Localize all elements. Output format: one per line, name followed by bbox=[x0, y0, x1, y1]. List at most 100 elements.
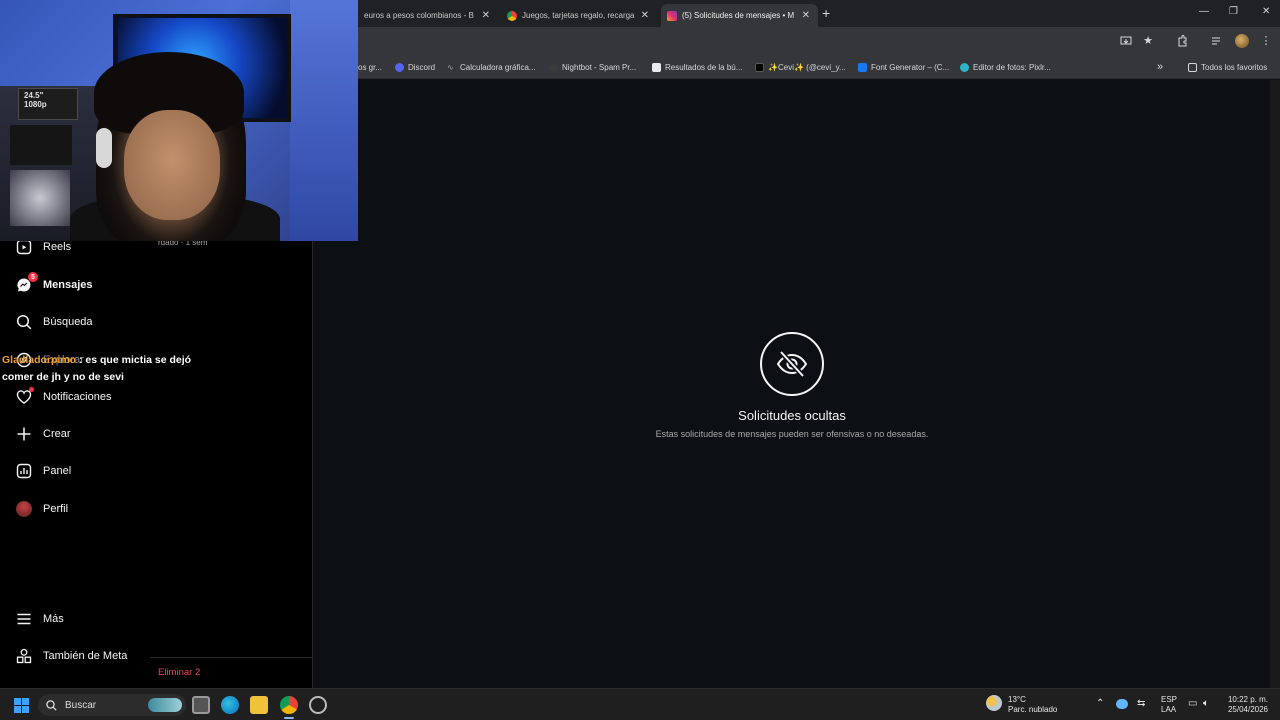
taskbar-search-input[interactable]: Buscar bbox=[38, 694, 186, 716]
tab-close-icon[interactable]: ✕ bbox=[641, 10, 649, 21]
restore-button[interactable]: ❐ bbox=[1229, 6, 1238, 17]
all-favorites-button[interactable]: Todos los favoritos bbox=[1188, 61, 1267, 73]
weather-desc: Parc. nublado bbox=[1008, 705, 1058, 714]
tab-title: (5) Solicitudes de mensajes • M bbox=[682, 11, 795, 20]
instagram-favicon-icon bbox=[667, 10, 677, 21]
search-highlight-icon bbox=[148, 698, 182, 712]
webcam-box-label: 24.5" 1080p bbox=[24, 91, 47, 109]
search-icon bbox=[16, 314, 32, 330]
sidebar-item-label: También de Meta bbox=[43, 650, 128, 662]
weather-temp: 13°C bbox=[1008, 695, 1026, 704]
sidebar-item-label: Más bbox=[43, 613, 64, 625]
active-app-indicator bbox=[284, 717, 294, 719]
delete-requests-button[interactable]: Eliminar 2 bbox=[158, 667, 200, 678]
search-icon bbox=[46, 699, 57, 711]
webcam-gpu-box bbox=[10, 125, 72, 165]
display-icon[interactable]: ▭ bbox=[1188, 699, 1197, 709]
bookmark-item[interactable]: os gr... bbox=[358, 61, 382, 73]
bookmark-label: ✨Cevi✨ (@cevi_y... bbox=[768, 62, 846, 72]
browser-tab-active[interactable]: (5) Solicitudes de mensajes • M ✕ bbox=[661, 4, 818, 27]
bookmark-item[interactable]: ∿ Calculadora gráfica... bbox=[447, 61, 536, 73]
webcam-box-label-line: 24.5" bbox=[24, 91, 44, 100]
bookmark-item[interactable]: Resultados de la bú... bbox=[652, 61, 742, 73]
chat-username: Gladiadorpimo bbox=[2, 354, 77, 366]
sidebar-item-label: Perfil bbox=[43, 503, 69, 515]
tab-title: euros a pesos colombianos - B bbox=[364, 11, 474, 20]
chrome-icon[interactable] bbox=[280, 696, 298, 714]
all-favorites-label: Todos los favoritos bbox=[1201, 62, 1268, 72]
tab-close-icon[interactable]: ✕ bbox=[482, 10, 490, 21]
panel-divider bbox=[150, 657, 313, 658]
network-icon[interactable]: ⇆ bbox=[1137, 699, 1145, 709]
close-window-button[interactable]: ✕ bbox=[1262, 6, 1270, 17]
bookmarks-overflow-button[interactable]: » bbox=[1157, 61, 1163, 73]
clock[interactable]: 10:22 p. m. 25/04/2026 bbox=[1222, 695, 1268, 715]
install-app-icon[interactable] bbox=[1120, 35, 1132, 47]
pixlr-icon bbox=[960, 62, 969, 72]
menu-dots-icon[interactable]: ⋮ bbox=[1260, 35, 1272, 47]
webcam-person-face bbox=[124, 110, 220, 220]
heart-icon bbox=[16, 387, 34, 405]
weather-widget[interactable]: 13°C Parc. nublado bbox=[1008, 695, 1057, 715]
task-view-icon[interactable] bbox=[192, 696, 210, 714]
weather-icon[interactable] bbox=[986, 695, 1002, 711]
sidebar-item-messages[interactable]: 5 Mensajes bbox=[16, 272, 93, 293]
webcam-headphones bbox=[96, 128, 112, 168]
sidebar-item-dashboard[interactable]: Panel bbox=[16, 463, 71, 479]
volume-icon[interactable]: 🔈︎ bbox=[1203, 699, 1209, 709]
stream-chat-overlay: Gladiadorpimo : es que mictia se dejó co… bbox=[2, 352, 212, 386]
bookmark-item[interactable]: Nightbot - Spam Pr... bbox=[549, 61, 636, 73]
browser-tab[interactable]: euros a pesos colombianos - B ✕ bbox=[358, 4, 498, 27]
bookmark-item[interactable]: Discord bbox=[395, 61, 435, 73]
bookmark-item[interactable]: Font Generator – (C... bbox=[858, 61, 949, 73]
app-icon[interactable] bbox=[309, 696, 327, 714]
windows-start-icon[interactable] bbox=[14, 698, 29, 713]
language-indicator[interactable]: ESP LAA bbox=[1161, 695, 1177, 715]
discord-icon bbox=[395, 62, 404, 72]
sidebar-item-also-from-meta[interactable]: También de Meta bbox=[16, 648, 127, 664]
webcam-box-label-line: 1080p bbox=[24, 100, 47, 109]
sidebar-item-profile[interactable]: Perfil bbox=[16, 501, 68, 517]
onedrive-icon[interactable] bbox=[1116, 699, 1128, 709]
media-controls-icon[interactable] bbox=[1211, 35, 1223, 47]
language-line: LAA bbox=[1161, 705, 1177, 714]
bookmark-star-icon[interactable]: ★ bbox=[1142, 35, 1154, 47]
tab-favicon-icon bbox=[507, 10, 517, 21]
sidebar-item-notifications[interactable]: Notificaciones bbox=[16, 387, 111, 405]
new-tab-button[interactable]: + bbox=[822, 5, 830, 21]
sidebar-item-label: Crear bbox=[43, 428, 71, 440]
eye-off-icon bbox=[760, 332, 824, 396]
profile-avatar-icon bbox=[16, 501, 32, 517]
language-line: ESP bbox=[1161, 695, 1178, 704]
sidebar-item-label: Panel bbox=[43, 465, 72, 477]
webcam-overlay: 24.5" 1080p bbox=[0, 0, 358, 241]
taskbar-search-placeholder: Buscar bbox=[65, 699, 97, 711]
tab-close-icon[interactable]: ✕ bbox=[802, 10, 810, 21]
clock-date: 25/04/2026 bbox=[1227, 705, 1268, 714]
sidebar-item-label: Reels bbox=[43, 241, 72, 253]
file-explorer-icon[interactable] bbox=[250, 696, 268, 714]
tiktok-icon bbox=[755, 62, 764, 72]
webcam-fan-box bbox=[10, 170, 70, 226]
bookmark-label: Nightbot - Spam Pr... bbox=[562, 62, 637, 72]
bookmark-item[interactable]: Editor de fotos: Pixlr... bbox=[960, 61, 1051, 73]
messages-badge: 5 bbox=[28, 272, 38, 282]
sidebar-item-reels[interactable]: Reels bbox=[16, 239, 71, 255]
page-scrollbar[interactable] bbox=[1270, 80, 1280, 688]
minimize-button[interactable]: — bbox=[1199, 6, 1209, 17]
sidebar-item-label: Búsqueda bbox=[43, 316, 93, 328]
font-generator-icon bbox=[858, 62, 867, 72]
sidebar-item-more[interactable]: Más bbox=[16, 611, 64, 627]
extensions-icon[interactable] bbox=[1176, 35, 1188, 47]
graph-icon: ∿ bbox=[447, 62, 454, 72]
browser-tab[interactable]: Juegos, tarjetas regalo, recarga ✕ bbox=[501, 4, 657, 27]
bookmark-label: Calculadora gráfica... bbox=[460, 62, 536, 72]
sidebar-item-label: Mensajes bbox=[43, 279, 93, 291]
tray-chevron-up-icon[interactable]: ⌃ bbox=[1096, 699, 1104, 709]
edge-icon[interactable] bbox=[221, 696, 239, 714]
bookmark-item[interactable]: ✨Cevi✨ (@cevi_y... bbox=[755, 61, 846, 73]
sidebar-item-create[interactable]: Crear bbox=[16, 426, 71, 442]
sidebar-item-search[interactable]: Búsqueda bbox=[16, 314, 93, 330]
profile-avatar[interactable] bbox=[1235, 34, 1249, 48]
windows-taskbar: Buscar 13°C Parc. nublado ⌃ ⇆ ESP LAA ▭ … bbox=[0, 688, 1280, 720]
